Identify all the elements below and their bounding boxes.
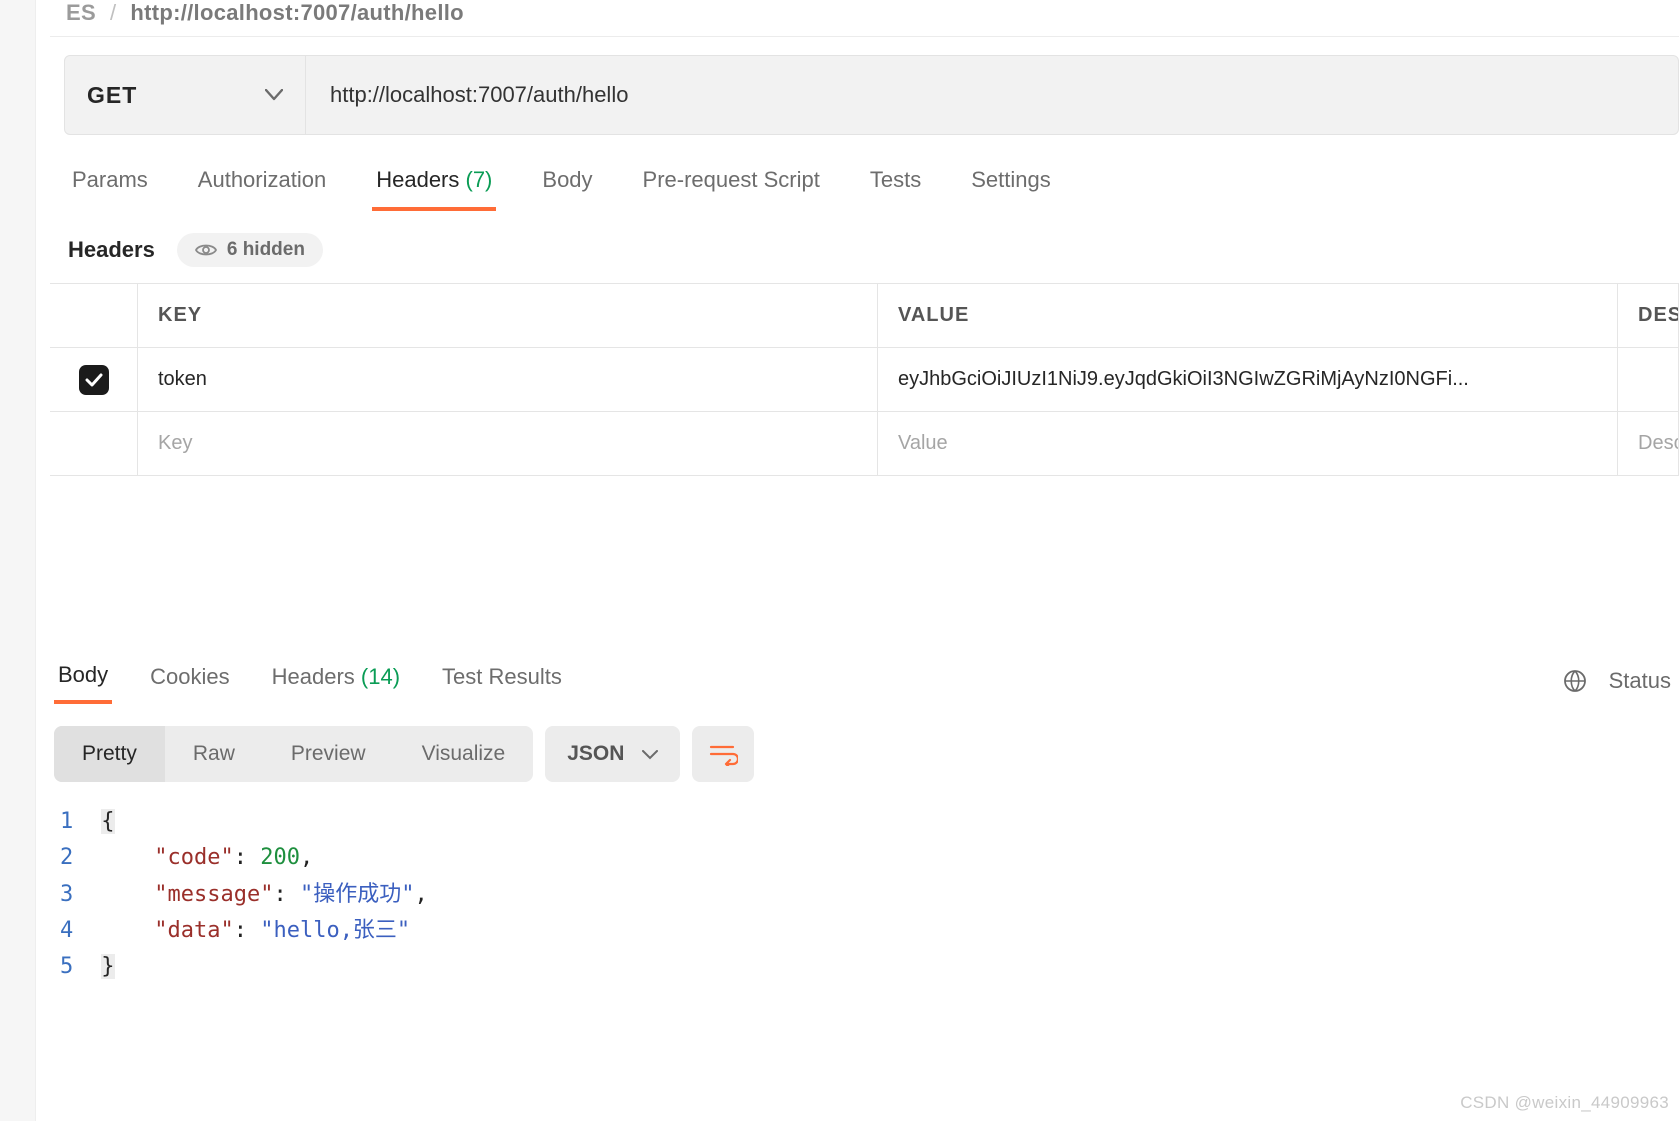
headers-label: Headers	[68, 237, 155, 263]
chevron-down-icon	[642, 742, 658, 766]
tab-authorization[interactable]: Authorization	[194, 161, 330, 211]
row-value-placeholder[interactable]: Value	[878, 412, 1618, 475]
wrap-lines-button[interactable]	[692, 726, 754, 782]
resp-tab-cookies[interactable]: Cookies	[146, 660, 233, 702]
tab-params[interactable]: Params	[68, 161, 152, 211]
viewmode-raw[interactable]: Raw	[165, 726, 263, 782]
breadcrumb-url[interactable]: http://localhost:7007/auth/hello	[130, 0, 464, 26]
tab-tests[interactable]: Tests	[866, 161, 925, 211]
request-tabs: Params Authorization Headers (7) Body Pr…	[50, 155, 1679, 211]
left-gutter	[0, 0, 36, 1121]
resp-tab-body[interactable]: Body	[54, 658, 112, 704]
tab-headers-label: Headers	[376, 167, 459, 192]
row-checkbox-empty[interactable]	[50, 412, 138, 475]
row-checkbox[interactable]	[50, 348, 138, 411]
breadcrumb: ES / http://localhost:7007/auth/hello	[50, 0, 1679, 36]
tab-prerequest[interactable]: Pre-request Script	[639, 161, 824, 211]
tab-settings[interactable]: Settings	[967, 161, 1055, 211]
eye-icon	[195, 242, 217, 258]
col-checkbox	[50, 284, 138, 347]
hidden-headers-pill[interactable]: 6 hidden	[177, 233, 323, 267]
resp-tab-testresults[interactable]: Test Results	[438, 660, 566, 702]
row-desc[interactable]	[1618, 348, 1679, 411]
resp-tab-headers-label: Headers	[272, 664, 355, 689]
line-numbers: 12345	[60, 804, 101, 985]
hidden-headers-text: 6 hidden	[227, 239, 305, 261]
table-row[interactable]: token eyJhbGciOiJIUzI1NiJ9.eyJqdGkiOiI3N…	[50, 348, 1679, 412]
status-label: Status	[1609, 668, 1671, 694]
method-label: GET	[87, 82, 137, 109]
format-label: JSON	[567, 742, 624, 766]
json-source[interactable]: { "code": 200, "message": "操作成功", "data"…	[101, 804, 427, 985]
headers-table: KEY VALUE DESC token eyJhbGciOiJIUzI1NiJ…	[50, 283, 1679, 476]
chevron-down-icon	[265, 89, 283, 101]
row-desc-placeholder[interactable]: Descr	[1618, 412, 1679, 475]
row-key[interactable]: token	[138, 348, 878, 411]
row-value[interactable]: eyJhbGciOiJIUzI1NiJ9.eyJqdGkiOiI3NGIwZGR…	[878, 348, 1618, 411]
tab-headers[interactable]: Headers (7)	[372, 161, 496, 211]
wrap-icon	[708, 742, 738, 766]
viewmode-visualize[interactable]: Visualize	[394, 726, 534, 782]
tab-body[interactable]: Body	[538, 161, 596, 211]
watermark: CSDN @weixin_44909963	[1460, 1093, 1669, 1113]
url-input[interactable]: http://localhost:7007/auth/hello	[306, 55, 1679, 135]
response-body-json[interactable]: 12345 { "code": 200, "message": "操作成功", …	[50, 782, 1679, 985]
table-row-placeholder[interactable]: Key Value Descr	[50, 412, 1679, 476]
viewmode-pretty[interactable]: Pretty	[54, 726, 165, 782]
resp-tab-headers-count: (14)	[361, 664, 400, 689]
viewmode-preview[interactable]: Preview	[263, 726, 394, 782]
format-select[interactable]: JSON	[545, 726, 680, 782]
check-icon	[79, 365, 109, 395]
tab-headers-count: (7)	[466, 167, 493, 192]
viewmode-segment: Pretty Raw Preview Visualize	[54, 726, 533, 782]
col-value: VALUE	[878, 284, 1618, 347]
method-select[interactable]: GET	[64, 55, 306, 135]
globe-icon[interactable]	[1563, 669, 1587, 693]
divider	[50, 36, 1679, 37]
resp-tab-headers[interactable]: Headers (14)	[268, 660, 404, 702]
col-key: KEY	[138, 284, 878, 347]
row-key-placeholder[interactable]: Key	[138, 412, 878, 475]
url-text: http://localhost:7007/auth/hello	[330, 82, 628, 108]
col-desc: DESC	[1618, 284, 1679, 347]
response-tabs: Body Cookies Headers (14) Test Results S…	[50, 650, 1679, 704]
table-header-row: KEY VALUE DESC	[50, 284, 1679, 348]
breadcrumb-collection[interactable]: ES	[66, 0, 96, 26]
breadcrumb-separator: /	[110, 0, 116, 26]
